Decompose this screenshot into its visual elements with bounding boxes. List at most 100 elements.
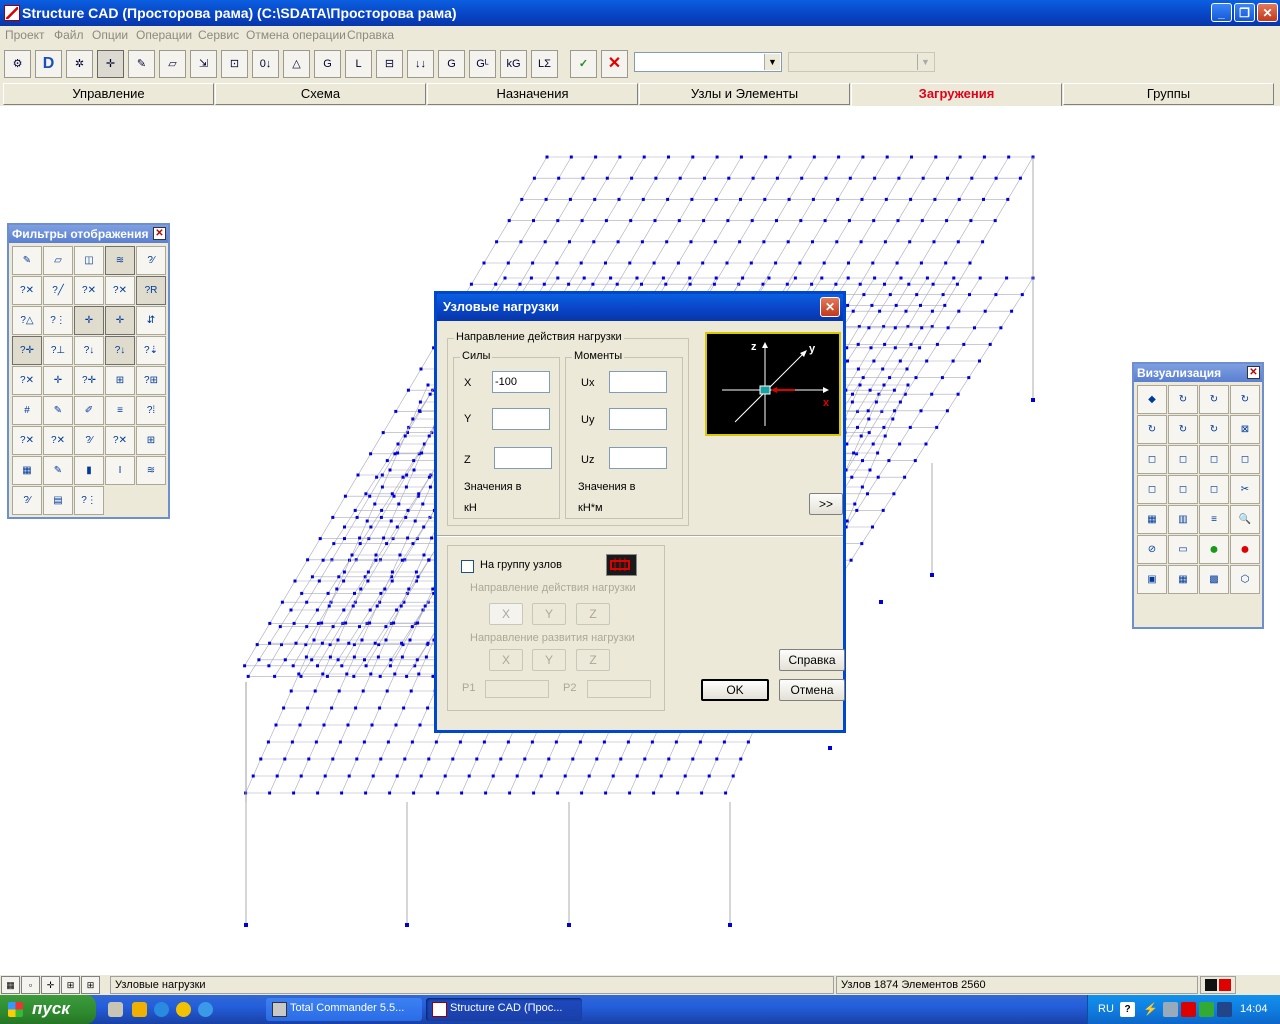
tool-icon-14[interactable]: ↓↓	[407, 50, 434, 78]
tool-icon-1[interactable]: ⚙	[4, 50, 31, 78]
action-y-button[interactable]: Y	[532, 603, 566, 625]
filter-tool-icon-36[interactable]: ▦	[12, 456, 42, 485]
viz-tool-icon-20[interactable]: 🔍	[1230, 505, 1260, 534]
viz-tool-icon-15[interactable]: ◻	[1199, 475, 1229, 504]
force-x-input[interactable]: -100	[492, 371, 550, 393]
filter-tool-icon-33[interactable]: ?∕	[74, 426, 104, 455]
filter-tool-icon-2[interactable]: ▱	[43, 246, 73, 275]
filter-tool-icon-6[interactable]: ?✕	[12, 276, 42, 305]
node-group-checkbox[interactable]	[461, 560, 474, 573]
viz-tool-icon-17[interactable]: ▦	[1137, 505, 1167, 534]
p2-input[interactable]	[587, 680, 651, 698]
p1-input[interactable]	[485, 680, 549, 698]
tool-icon-4[interactable]: ✛	[97, 50, 124, 78]
filter-tool-icon-10[interactable]: ?R	[136, 276, 166, 305]
tray-network-icon[interactable]	[1163, 1002, 1178, 1017]
status-tool-icon-1[interactable]: ▦	[1, 976, 20, 994]
filter-tool-icon-35[interactable]: ⊞	[136, 426, 166, 455]
tray-green-icon[interactable]	[1199, 1002, 1214, 1017]
filter-tool-icon-18[interactable]: ?↓	[74, 336, 104, 365]
filter-tool-icon-17[interactable]: ?⊥	[43, 336, 73, 365]
menu-service[interactable]: Сервис	[198, 28, 239, 42]
close-button[interactable]: ✕	[1257, 3, 1278, 22]
tray-lang[interactable]: RU	[1098, 1003, 1114, 1015]
tool-d-icon[interactable]: D	[35, 50, 62, 78]
menu-help[interactable]: Справка	[347, 28, 394, 42]
filter-tool-icon-19[interactable]: ?↓	[105, 336, 135, 365]
viz-tool-icon-7[interactable]: ↻	[1199, 415, 1229, 444]
filter-tool-icon-4[interactable]: ≋	[105, 246, 135, 275]
load-case-combo[interactable]: ▼	[634, 52, 782, 72]
quicklaunch-media-icon[interactable]	[176, 1002, 191, 1017]
filter-tool-icon-3[interactable]: ◫	[74, 246, 104, 275]
viz-tool-icon-13[interactable]: ◻	[1137, 475, 1167, 504]
tray-plug-icon[interactable]: ⚡	[1143, 1002, 1158, 1017]
filter-tool-icon-15[interactable]: ⇵	[136, 306, 166, 335]
help-button[interactable]: Справка	[779, 649, 845, 671]
viz-tool-icon-23[interactable]: ●	[1199, 535, 1229, 564]
action-x-button[interactable]: X	[489, 603, 523, 625]
filter-tool-icon-11[interactable]: ?△	[12, 306, 42, 335]
menu-operations[interactable]: Операции	[136, 28, 192, 42]
filter-tool-icon-13[interactable]: ✛	[74, 306, 104, 335]
filter-tool-icon-29[interactable]: ≡	[105, 396, 135, 425]
develop-y-button[interactable]: Y	[532, 649, 566, 671]
expand-button[interactable]: >>	[809, 493, 843, 515]
tool-icon-7[interactable]: ⇲	[190, 50, 217, 78]
filter-tool-icon-39[interactable]: I	[105, 456, 135, 485]
start-button[interactable]: пуск	[0, 995, 96, 1024]
viz-tool-icon-25[interactable]: ▣	[1137, 565, 1167, 594]
tool-icon-5[interactable]: ✎	[128, 50, 155, 78]
viz-tool-icon-6[interactable]: ↻	[1168, 415, 1198, 444]
task-total-commander[interactable]: Total Commander 5.5...	[266, 998, 422, 1021]
menu-project[interactable]: Проект	[5, 28, 45, 42]
viz-tool-icon-4[interactable]: ↻	[1230, 385, 1260, 414]
develop-x-button[interactable]: X	[489, 649, 523, 671]
tab-groups[interactable]: Группы	[1063, 83, 1274, 105]
filter-tool-icon-31[interactable]: ?✕	[12, 426, 42, 455]
filters-close-icon[interactable]: ✕	[153, 227, 166, 240]
status-tool-icon-5[interactable]: ⊞	[81, 976, 100, 994]
develop-z-button[interactable]: Z	[576, 649, 610, 671]
filter-tool-icon-25[interactable]: ?⊞	[136, 366, 166, 395]
filter-tool-icon-24[interactable]: ⊞	[105, 366, 135, 395]
tool-icon-3[interactable]: ✲	[66, 50, 93, 78]
viz-tool-icon-16[interactable]: ✂	[1230, 475, 1260, 504]
tool-icon-9[interactable]: 0↓	[252, 50, 279, 78]
filter-tool-icon-16[interactable]: ?✛	[12, 336, 42, 365]
maximize-button[interactable]: ❐	[1234, 3, 1255, 22]
viz-tool-icon-24[interactable]: ●	[1230, 535, 1260, 564]
cancel-x-icon[interactable]: ✕	[601, 50, 628, 78]
filter-tool-icon-12[interactable]: ?⋮	[43, 306, 73, 335]
viz-tool-icon-14[interactable]: ◻	[1168, 475, 1198, 504]
tool-icon-8[interactable]: ⊡	[221, 50, 248, 78]
minimize-button[interactable]: _	[1211, 3, 1232, 22]
viz-tool-icon-27[interactable]: ▩	[1199, 565, 1229, 594]
tool-icon-11[interactable]: G	[314, 50, 341, 78]
dialog-close-icon[interactable]: ✕	[820, 297, 840, 317]
viz-tool-icon-26[interactable]: ▦	[1168, 565, 1198, 594]
viz-tool-icon-1[interactable]: ◆	[1137, 385, 1167, 414]
menu-options[interactable]: Опции	[92, 28, 128, 42]
filter-tool-icon-43[interactable]: ?⋮	[74, 486, 104, 515]
status-tool-icon-3[interactable]: ✛	[41, 976, 60, 994]
filter-tool-icon-40[interactable]: ≋	[136, 456, 166, 485]
force-z-input[interactable]	[494, 447, 552, 469]
filter-tool-icon-21[interactable]: ?✕	[12, 366, 42, 395]
tab-control[interactable]: Управление	[3, 83, 214, 105]
tray-help-icon[interactable]: ?	[1120, 1002, 1135, 1017]
tool-icon-10[interactable]: △	[283, 50, 310, 78]
tool-icon-13[interactable]: ⊟	[376, 50, 403, 78]
filter-tool-icon-38[interactable]: ▮	[74, 456, 104, 485]
filter-tool-icon-8[interactable]: ?✕	[74, 276, 104, 305]
filter-tool-icon-27[interactable]: ✎	[43, 396, 73, 425]
viz-tool-icon-10[interactable]: ◻	[1168, 445, 1198, 474]
tool-icon-17[interactable]: kG	[500, 50, 527, 78]
filter-tool-icon-32[interactable]: ?✕	[43, 426, 73, 455]
status-tool-icon-2[interactable]: ▫	[21, 976, 40, 994]
viz-tool-icon-11[interactable]: ◻	[1199, 445, 1229, 474]
moment-ux-input[interactable]	[609, 371, 667, 393]
tab-nodes-elements[interactable]: Узлы и Элементы	[639, 83, 850, 105]
viz-tool-icon-3[interactable]: ↻	[1199, 385, 1229, 414]
tray-antivirus-icon[interactable]	[1181, 1002, 1196, 1017]
